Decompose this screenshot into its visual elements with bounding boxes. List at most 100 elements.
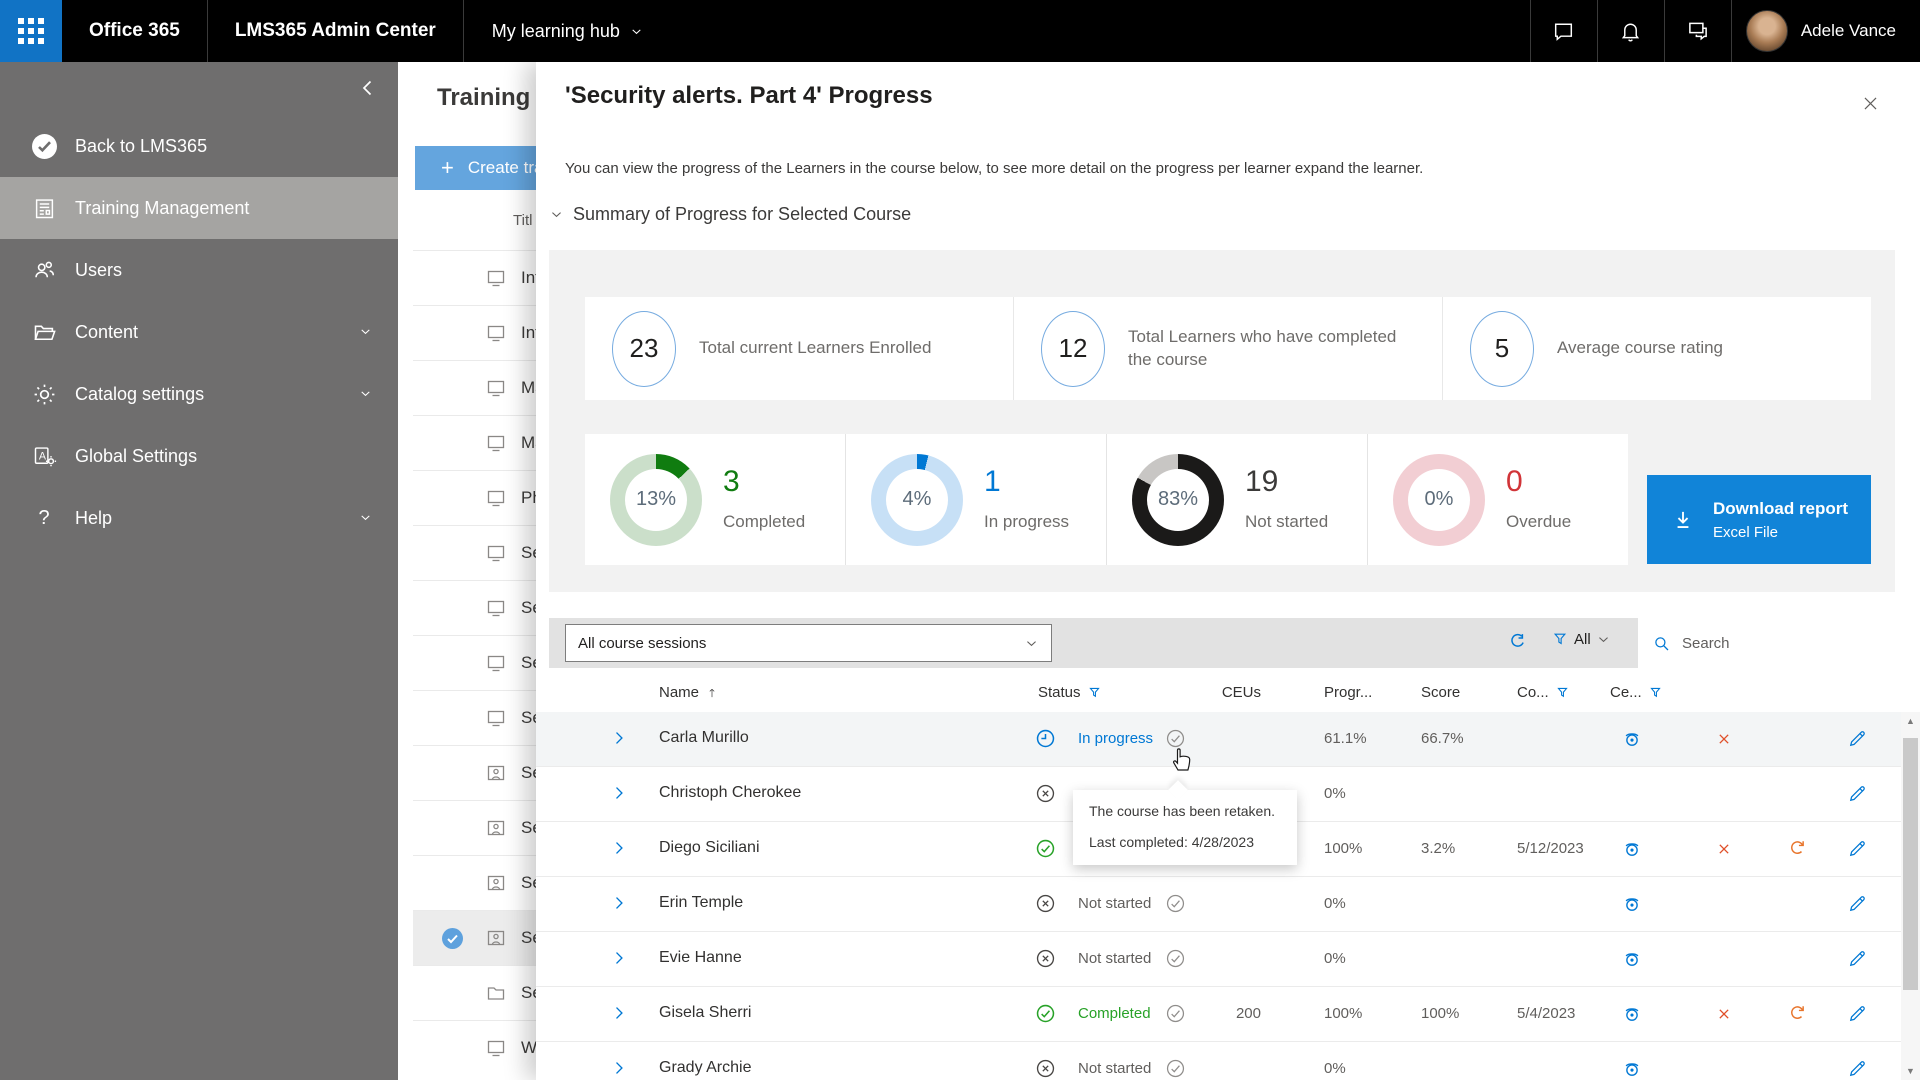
- search-input[interactable]: [1680, 634, 1904, 653]
- sidebar-item-users[interactable]: Users: [0, 239, 398, 301]
- status-x-circle-icon: [1034, 782, 1057, 805]
- edit-pencil-icon[interactable]: [1846, 948, 1868, 970]
- download-report-button[interactable]: Download report Excel File: [1647, 475, 1871, 564]
- search-icon: [1652, 634, 1671, 653]
- remove-x-icon[interactable]: [1714, 729, 1734, 749]
- cell-score: 66.7%: [1421, 730, 1464, 747]
- column-status[interactable]: Status: [1038, 684, 1102, 701]
- row-expander-chevron-icon[interactable]: [609, 783, 629, 803]
- chat-button[interactable]: [1531, 0, 1597, 62]
- notifications-button[interactable]: [1598, 0, 1664, 62]
- scroll-up-arrow[interactable]: ▲: [1901, 712, 1920, 730]
- retake-redo-icon[interactable]: [1786, 837, 1808, 859]
- person-icon: [484, 871, 508, 895]
- sidebar-item-global-settings[interactable]: A Global Settings: [0, 425, 398, 487]
- cell-progress: 61.1%: [1324, 730, 1367, 747]
- edit-pencil-icon[interactable]: [1846, 783, 1868, 805]
- sidebar-item-catalog-settings[interactable]: Catalog settings: [0, 363, 398, 425]
- column-progress[interactable]: Progr...: [1324, 684, 1372, 701]
- column-ceus[interactable]: CEUs: [1176, 684, 1261, 701]
- cell-progress: 0%: [1324, 950, 1346, 967]
- account-menu[interactable]: Adele Vance: [1732, 10, 1920, 52]
- status-filter-menu[interactable]: All: [1551, 630, 1611, 648]
- row-expander-chevron-icon[interactable]: [609, 1058, 629, 1078]
- monitor-icon: [484, 431, 508, 455]
- sidebar-item-training-management[interactable]: Training Management: [0, 177, 398, 239]
- learner-row-evie-hanne[interactable]: Evie Hanne Not started0%: [536, 932, 1901, 987]
- filter-funnel-icon[interactable]: [1648, 685, 1663, 700]
- help-icon: ?: [30, 507, 58, 530]
- view-progress-eye-icon[interactable]: [1621, 1058, 1643, 1080]
- view-progress-eye-icon[interactable]: [1621, 728, 1643, 750]
- donut-chart-in-progress: 4%: [871, 454, 963, 546]
- scroll-down-arrow[interactable]: ▼: [1901, 1062, 1920, 1080]
- edit-pencil-icon[interactable]: [1846, 838, 1868, 860]
- sidebar-item-content[interactable]: Content: [0, 301, 398, 363]
- row-expander-chevron-icon[interactable]: [609, 948, 629, 968]
- plus-icon: +: [441, 157, 454, 179]
- mark-completed-toggle-icon[interactable]: [1164, 892, 1187, 915]
- refresh-button[interactable]: [1507, 631, 1528, 652]
- edit-pencil-icon[interactable]: [1846, 1003, 1868, 1025]
- sidebar-item-label: Users: [75, 260, 122, 281]
- column-certificate[interactable]: Ce...: [1610, 684, 1663, 701]
- edit-pencil-icon[interactable]: [1846, 893, 1868, 915]
- donut-count: 19: [1245, 467, 1328, 497]
- app-launcher-icon[interactable]: [0, 0, 62, 62]
- sidebar-item-help[interactable]: ? Help: [0, 487, 398, 549]
- row-expander-chevron-icon[interactable]: [609, 838, 629, 858]
- lms-logo-icon: [30, 133, 58, 160]
- summary-expander[interactable]: Summary of Progress for Selected Course: [549, 204, 911, 225]
- content-folder-icon: [30, 319, 58, 346]
- office-365-link[interactable]: Office 365: [62, 20, 207, 42]
- close-icon[interactable]: [1857, 90, 1884, 117]
- column-completed[interactable]: Co...: [1517, 684, 1570, 701]
- filter-funnel-icon[interactable]: [1555, 685, 1570, 700]
- view-progress-eye-icon[interactable]: [1621, 1003, 1643, 1025]
- status-check-circle-icon: [1034, 837, 1057, 860]
- vertical-scrollbar[interactable]: ▲ ▼: [1901, 712, 1920, 1080]
- stat-card-total-current-learners-enrolled: 23 Total current Learners Enrolled: [585, 297, 1013, 400]
- donut-card-overdue: 0% 0 Overdue: [1367, 434, 1628, 565]
- learner-row-grady-archie[interactable]: Grady Archie Not started0%: [536, 1042, 1901, 1080]
- learner-row-erin-temple[interactable]: Erin Temple Not started0%: [536, 877, 1901, 932]
- users-icon: [30, 257, 58, 284]
- stat-card-total-learners-who-have-completed-the-course: 12 Total Learners who have completed the…: [1013, 297, 1442, 400]
- mark-completed-toggle-icon[interactable]: [1164, 1057, 1187, 1080]
- feedback-button[interactable]: [1665, 0, 1731, 62]
- stat-value-circle: 5: [1470, 311, 1534, 387]
- top-bar-right: Adele Vance: [1530, 0, 1920, 62]
- bell-icon: [1618, 19, 1643, 44]
- column-score[interactable]: Score: [1421, 684, 1460, 701]
- stat-card-average-course-rating: 5 Average course rating: [1442, 297, 1871, 400]
- person-icon: [484, 816, 508, 840]
- row-expander-chevron-icon[interactable]: [609, 728, 629, 748]
- sidebar-collapse-button[interactable]: [356, 76, 380, 100]
- course-progress-modal: 'Security alerts. Part 4' Progress You c…: [536, 62, 1920, 1080]
- sidebar-item-back-to-lms365[interactable]: Back to LMS365: [0, 115, 398, 177]
- learner-row-gisela-sherri[interactable]: Gisela Sherri Completed200100%100%5/4/20…: [536, 987, 1901, 1042]
- edit-pencil-icon[interactable]: [1846, 728, 1868, 750]
- sidebar-item-label: Back to LMS365: [75, 136, 207, 157]
- learning-hub-menu[interactable]: My learning hub: [464, 21, 671, 42]
- retake-redo-icon[interactable]: [1786, 1002, 1808, 1024]
- column-name[interactable]: Name: [659, 684, 719, 701]
- admin-center-link[interactable]: LMS365 Admin Center: [208, 20, 463, 42]
- learner-name: Gisela Sherri: [659, 1004, 751, 1022]
- learner-row-carla-murillo[interactable]: Carla Murillo In progress61.1%66.7%: [536, 712, 1901, 767]
- remove-x-icon[interactable]: [1714, 1004, 1734, 1024]
- course-sessions-dropdown[interactable]: All course sessions: [565, 624, 1052, 662]
- row-expander-chevron-icon[interactable]: [609, 893, 629, 913]
- view-progress-eye-icon[interactable]: [1621, 838, 1643, 860]
- view-progress-eye-icon[interactable]: [1621, 948, 1643, 970]
- filter-funnel-icon[interactable]: [1087, 685, 1102, 700]
- edit-pencil-icon[interactable]: [1846, 1058, 1868, 1080]
- remove-x-icon[interactable]: [1714, 839, 1734, 859]
- monitor-icon: [484, 266, 508, 290]
- cell-progress: 0%: [1324, 785, 1346, 802]
- row-expander-chevron-icon[interactable]: [609, 1003, 629, 1023]
- view-progress-eye-icon[interactable]: [1621, 893, 1643, 915]
- mark-completed-toggle-icon[interactable]: [1164, 947, 1187, 970]
- learner-name: Diego Siciliani: [659, 839, 760, 857]
- scrollbar-thumb[interactable]: [1903, 738, 1918, 990]
